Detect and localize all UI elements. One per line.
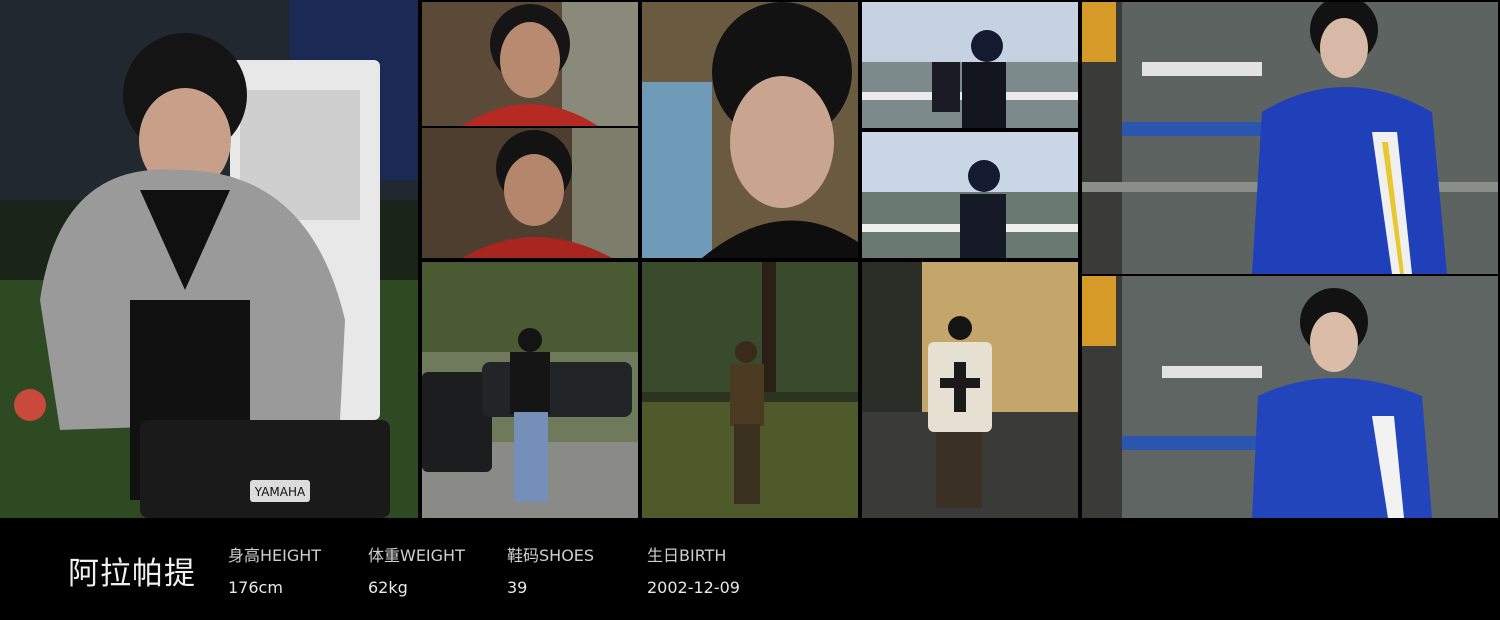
- profile-info-bar: 阿拉帕提 身高HEIGHT 176cm 体重WEIGHT 62kg 鞋码SHOE…: [0, 518, 1500, 620]
- photo-gokart-bottom: [1082, 276, 1498, 518]
- stat-weight-label: 体重WEIGHT: [368, 546, 465, 565]
- model-name: 阿拉帕提: [68, 556, 196, 592]
- photo-parking-lot: [422, 262, 638, 518]
- photo-street-jacket: [862, 262, 1078, 518]
- photo-selfie-top: [422, 2, 638, 126]
- photo-selfie-bottom: [422, 128, 638, 258]
- stat-weight: 体重WEIGHT 62kg: [368, 542, 465, 597]
- photo-forest: [642, 262, 858, 518]
- stat-shoes-label: 鞋码SHOES: [507, 546, 595, 565]
- stat-shoes-value: 39: [507, 578, 528, 597]
- yamaha-logo-text: YAMAHA: [254, 485, 306, 499]
- stat-height-label: 身高HEIGHT: [228, 546, 322, 565]
- stat-weight-value: 62kg: [368, 578, 408, 597]
- photo-closeup: [642, 2, 858, 258]
- stat-height-value: 176cm: [228, 578, 283, 597]
- stat-shoes: 鞋码SHOES 39: [507, 542, 594, 597]
- stat-height: 身高HEIGHT 176cm: [228, 542, 321, 597]
- photo-rooftop-bottom: [862, 132, 1078, 258]
- photo-rooftop-top: [862, 2, 1078, 128]
- stat-birth-value: 2002-12-09: [647, 578, 740, 597]
- stat-birth-label: 生日BIRTH: [647, 546, 727, 565]
- stat-birth: 生日BIRTH 2002-12-09: [647, 542, 740, 597]
- photo-seated-portrait: YAMAHA: [0, 0, 418, 518]
- photo-gokart-top: [1082, 2, 1498, 274]
